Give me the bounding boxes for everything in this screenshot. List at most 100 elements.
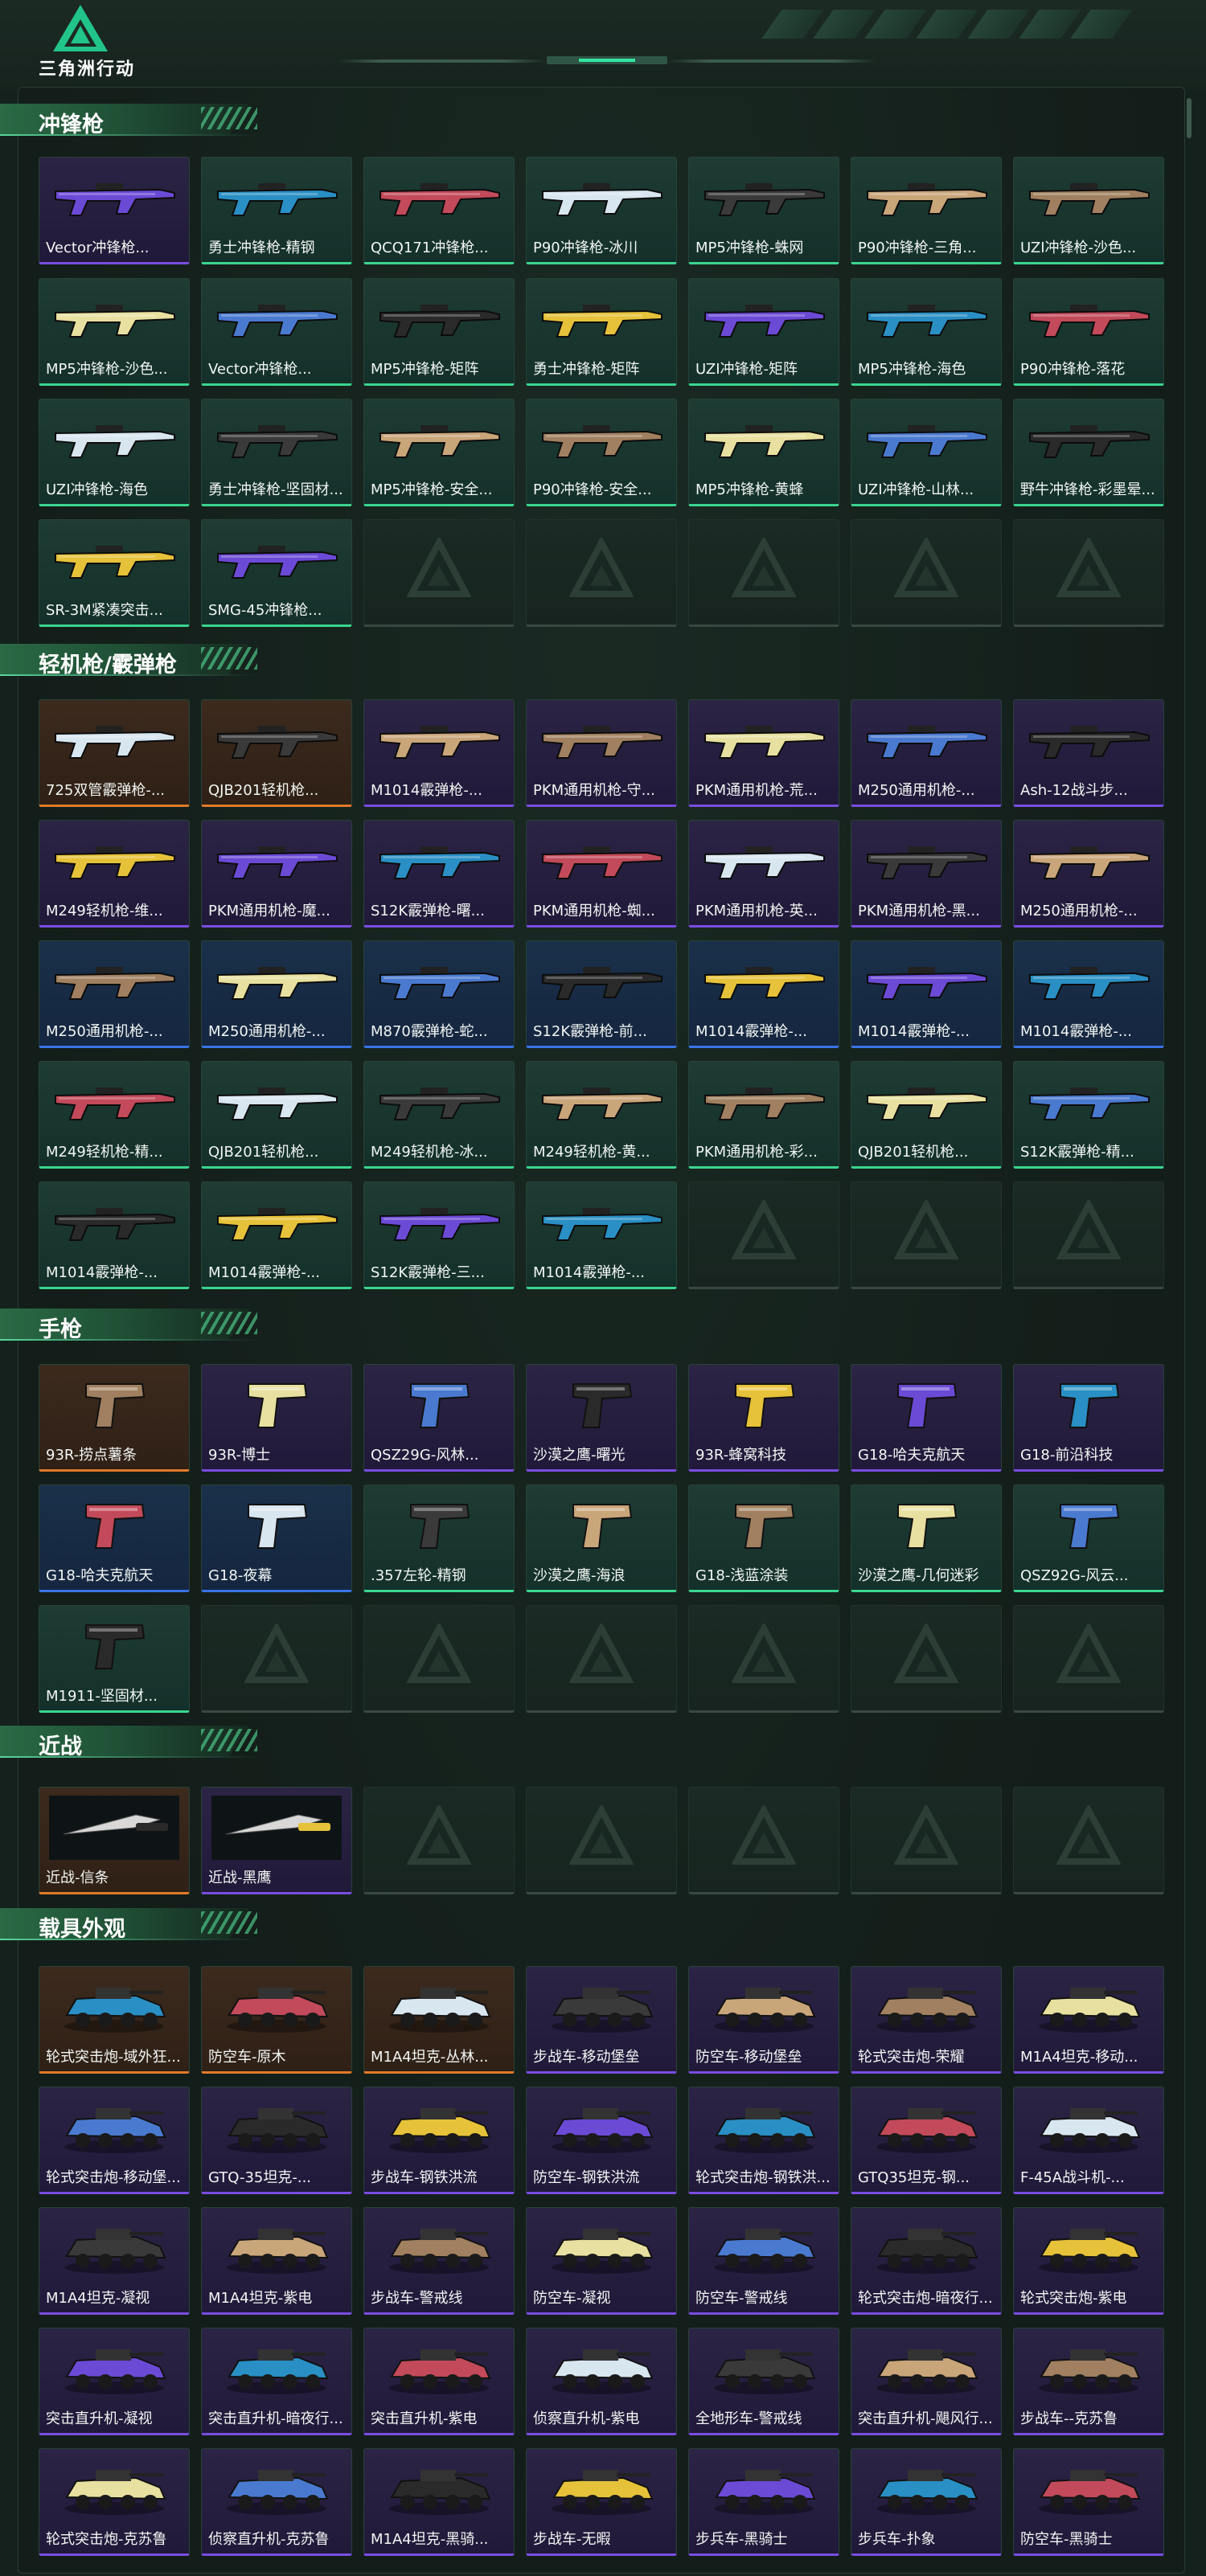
- skin-card[interactable]: M1014霰弹枪-...: [526, 1182, 677, 1289]
- skin-card[interactable]: M1014霰弹枪-...: [1013, 940, 1164, 1048]
- skin-card[interactable]: G18-前沿科技: [1013, 1364, 1164, 1472]
- skin-card[interactable]: 防空车-移动堡垒: [688, 1966, 839, 2074]
- skin-card[interactable]: 93R-捞点薯条: [39, 1364, 190, 1472]
- skin-card[interactable]: M1014霰弹枪-...: [363, 699, 515, 807]
- skin-card[interactable]: 沙漠之鹰-曙光: [526, 1364, 677, 1472]
- skin-card[interactable]: MP5冲锋枪-蛛网: [688, 157, 839, 264]
- skin-card[interactable]: G18-夜幕: [201, 1485, 352, 1592]
- skin-card[interactable]: M249轻机枪-维...: [39, 820, 190, 928]
- skin-card[interactable]: 沙漠之鹰-海浪: [526, 1485, 677, 1592]
- skin-card[interactable]: PKM通用机枪-魔...: [201, 820, 352, 928]
- skin-card[interactable]: MP5冲锋枪-黄蜂: [688, 399, 839, 506]
- skin-card[interactable]: 突击直升机-暗夜行...: [201, 2328, 352, 2435]
- skin-card[interactable]: 侦察直升机-克苏鲁: [201, 2448, 352, 2556]
- skin-card[interactable]: M249轻机枪-黄...: [526, 1061, 677, 1169]
- skin-card[interactable]: M1A4坦克-移动...: [1013, 1966, 1164, 2074]
- skin-card[interactable]: 步战车-移动堡垒: [526, 1966, 677, 2074]
- skin-card[interactable]: MP5冲锋枪-海色: [851, 278, 1002, 386]
- scrollbar-thumb[interactable]: [1187, 98, 1192, 138]
- skin-card[interactable]: M870霰弹枪-蛇...: [363, 940, 515, 1048]
- skin-card[interactable]: GTQ-35坦克-...: [201, 2087, 352, 2194]
- skin-card[interactable]: M249轻机枪-精...: [39, 1061, 190, 1169]
- skin-card[interactable]: MP5冲锋枪-矩阵: [363, 278, 515, 386]
- skin-card[interactable]: M250通用机枪-...: [1013, 820, 1164, 928]
- skin-card[interactable]: 轮式突击炮-域外狂...: [39, 1966, 190, 2074]
- skin-card[interactable]: M249轻机枪-冰...: [363, 1061, 515, 1169]
- skin-card[interactable]: 勇士冲锋枪-精钢: [201, 157, 352, 264]
- skin-card[interactable]: 725双管霰弹枪-...: [39, 699, 190, 807]
- skin-card[interactable]: PKM通用机枪-守...: [526, 699, 677, 807]
- skin-card[interactable]: PKM通用机枪-黑...: [851, 820, 1002, 928]
- skin-card[interactable]: M1911-坚固材...: [39, 1605, 190, 1713]
- skin-card[interactable]: 步战车-无暇: [526, 2448, 677, 2556]
- skin-card[interactable]: S12K霰弹枪-三...: [363, 1182, 515, 1289]
- skin-card[interactable]: P90冲锋枪-安全...: [526, 399, 677, 506]
- skin-card[interactable]: SR-3M紧凑突击...: [39, 519, 190, 627]
- skin-card[interactable]: P90冲锋枪-落花: [1013, 278, 1164, 386]
- skin-card[interactable]: S12K霰弹枪-前...: [526, 940, 677, 1048]
- skin-card[interactable]: 全地形车-警戒线: [688, 2328, 839, 2435]
- skin-card[interactable]: 侦察直升机-紫电: [526, 2328, 677, 2435]
- skin-card[interactable]: G18-哈夫克航天: [851, 1364, 1002, 1472]
- skin-card[interactable]: 93R-蜂窝科技: [688, 1364, 839, 1472]
- skin-card[interactable]: M1014霰弹枪-...: [688, 940, 839, 1048]
- skin-card[interactable]: PKM通用机枪-蜘...: [526, 820, 677, 928]
- skin-card[interactable]: QJB201轻机枪...: [201, 699, 352, 807]
- skin-card[interactable]: M1A4坦克-黑骑...: [363, 2448, 515, 2556]
- skin-card[interactable]: M1A4坦克-丛林...: [363, 1966, 515, 2074]
- skin-card[interactable]: 突击直升机-飓风行...: [851, 2328, 1002, 2435]
- skin-card[interactable]: 轮式突击炮-钢铁洪...: [688, 2087, 839, 2194]
- skin-card[interactable]: P90冲锋枪-冰川: [526, 157, 677, 264]
- skin-card[interactable]: S12K霰弹枪-曙...: [363, 820, 515, 928]
- skin-card[interactable]: PKM通用机枪-彩...: [688, 1061, 839, 1169]
- skin-card[interactable]: M250通用机枪-...: [39, 940, 190, 1048]
- skin-card[interactable]: Vector冲锋枪...: [201, 278, 352, 386]
- skin-card[interactable]: 步兵车-扑象: [851, 2448, 1002, 2556]
- skin-card[interactable]: G18-浅蓝涂装: [688, 1485, 839, 1592]
- skin-card[interactable]: 防空车-原木: [201, 1966, 352, 2074]
- skin-card[interactable]: 突击直升机-凝视: [39, 2328, 190, 2435]
- skin-card[interactable]: PKM通用机枪-荒...: [688, 699, 839, 807]
- skin-card[interactable]: MP5冲锋枪-沙色...: [39, 278, 190, 386]
- skin-card[interactable]: .357左轮-精钢: [363, 1485, 515, 1592]
- skin-card[interactable]: MP5冲锋枪-安全...: [363, 399, 515, 506]
- skin-card[interactable]: 93R-博士: [201, 1364, 352, 1472]
- skin-card[interactable]: M250通用机枪-...: [201, 940, 352, 1048]
- skin-card[interactable]: M1A4坦克-凝视: [39, 2207, 190, 2315]
- skin-card[interactable]: 步战车--克苏鲁: [1013, 2328, 1164, 2435]
- skin-card[interactable]: 步兵车-黑骑士: [688, 2448, 839, 2556]
- skin-card[interactable]: M1014霰弹枪-...: [851, 940, 1002, 1048]
- skin-card[interactable]: Ash-12战斗步...: [1013, 699, 1164, 807]
- skin-card[interactable]: PKM通用机枪-英...: [688, 820, 839, 928]
- skin-card[interactable]: 轮式突击炮-克苏鲁: [39, 2448, 190, 2556]
- scrollbar[interactable]: [1185, 90, 1193, 2570]
- skin-card[interactable]: 步战车-警戒线: [363, 2207, 515, 2315]
- skin-card[interactable]: QCQ171冲锋枪...: [363, 157, 515, 264]
- skin-card[interactable]: G18-哈夫克航天: [39, 1485, 190, 1592]
- skin-card[interactable]: 防空车-警戒线: [688, 2207, 839, 2315]
- skin-card[interactable]: 突击直升机-紫电: [363, 2328, 515, 2435]
- skin-card[interactable]: 步战车-钢铁洪流: [363, 2087, 515, 2194]
- skin-card[interactable]: S12K霰弹枪-精...: [1013, 1061, 1164, 1169]
- skin-card[interactable]: Vector冲锋枪...: [39, 157, 190, 264]
- skin-card[interactable]: 轮式突击炮-紫电: [1013, 2207, 1164, 2315]
- skin-card[interactable]: 野牛冲锋枪-彩墨晕...: [1013, 399, 1164, 506]
- skin-card[interactable]: 防空车-钢铁洪流: [526, 2087, 677, 2194]
- skin-card[interactable]: P90冲锋枪-三角...: [851, 157, 1002, 264]
- skin-card[interactable]: 近战-信条: [39, 1787, 190, 1894]
- skin-card[interactable]: 防空车-凝视: [526, 2207, 677, 2315]
- skin-card[interactable]: 近战-黑鹰: [201, 1787, 352, 1894]
- skin-card[interactable]: 勇士冲锋枪-矩阵: [526, 278, 677, 386]
- skin-card[interactable]: UZI冲锋枪-沙色...: [1013, 157, 1164, 264]
- skin-card[interactable]: QJB201轻机枪...: [201, 1061, 352, 1169]
- skin-card[interactable]: QJB201轻机枪...: [851, 1061, 1002, 1169]
- skin-card[interactable]: 轮式突击炮-暗夜行...: [851, 2207, 1002, 2315]
- skin-card[interactable]: 防空车-黑骑士: [1013, 2448, 1164, 2556]
- skin-card[interactable]: 轮式突击炮-移动堡...: [39, 2087, 190, 2194]
- skin-card[interactable]: UZI冲锋枪-矩阵: [688, 278, 839, 386]
- skin-card[interactable]: SMG-45冲锋枪...: [201, 519, 352, 627]
- skin-card[interactable]: QSZ29G-风林...: [363, 1364, 515, 1472]
- skin-card[interactable]: M250通用机枪-...: [851, 699, 1002, 807]
- skin-card[interactable]: 轮式突击炮-荣耀: [851, 1966, 1002, 2074]
- skin-card[interactable]: M1014霰弹枪-...: [39, 1182, 190, 1289]
